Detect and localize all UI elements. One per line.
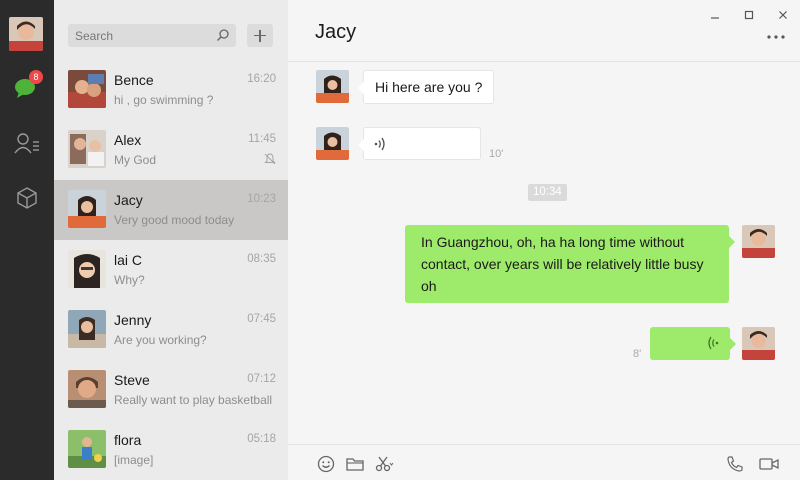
chat-title: Jacy — [315, 21, 357, 43]
mute-icon — [264, 153, 276, 165]
chats-nav[interactable]: 8 — [11, 70, 43, 104]
navigation-rail: 8 — [0, 0, 54, 480]
contact-name: lai C — [114, 252, 143, 268]
voice-wave-icon — [708, 336, 719, 350]
message-time: 08:35 — [247, 253, 276, 265]
contact-name: Steve — [114, 372, 150, 388]
contact-name: Jacy — [114, 192, 143, 208]
message-text: Hi here are you ? — [375, 79, 483, 95]
contact-avatar — [68, 430, 106, 468]
conversation-item-bence[interactable]: Bence 16:20 hi , go swimming ? — [54, 60, 288, 120]
video-icon[interactable] — [758, 454, 780, 474]
contact-name: Alex — [114, 132, 142, 148]
compose-toolbar — [288, 444, 800, 480]
favorites-nav[interactable] — [11, 182, 43, 214]
contact-avatar — [68, 310, 106, 348]
message-preview: Really want to play basketball — [114, 393, 273, 407]
close-icon — [779, 11, 787, 19]
incoming-text-message[interactable]: Hi here are you ? — [357, 70, 495, 104]
message-time: 07:45 — [247, 313, 276, 325]
contact-name: Bence — [114, 72, 154, 88]
voice-duration: 8' — [633, 348, 642, 360]
my-avatar[interactable] — [742, 225, 775, 258]
conversation-item-jenny[interactable]: Jenny 07:45 Are you working? — [54, 300, 288, 360]
voice-duration: 10' — [489, 148, 504, 160]
sender-avatar[interactable] — [316, 127, 349, 160]
contact-avatar — [68, 70, 106, 108]
contacts-icon — [14, 133, 39, 154]
conversation-item-steve[interactable]: Steve 07:12 Really want to play basketba… — [54, 360, 288, 420]
more-options-icon[interactable] — [765, 32, 787, 42]
message-preview: Are you working? — [114, 333, 207, 347]
contact-name: Jenny — [114, 312, 152, 328]
unread-badge: 8 — [29, 70, 43, 84]
contact-avatar — [68, 250, 106, 288]
message-time: 10:23 — [247, 193, 276, 205]
maximize-icon — [744, 10, 754, 20]
conversation-item-lai-c[interactable]: lai C 08:35 Why? — [54, 240, 288, 300]
scissors-icon[interactable] — [374, 454, 394, 474]
my-avatar[interactable] — [742, 327, 775, 360]
message-time: 16:20 — [247, 73, 276, 85]
voice-wave-icon — [374, 137, 385, 151]
folder-icon[interactable] — [345, 454, 365, 474]
message-preview: hi , go swimming ? — [114, 93, 214, 107]
profile-avatar[interactable] — [9, 17, 43, 51]
search-input[interactable] — [68, 24, 214, 47]
conversation-item-alex[interactable]: Alex 11:45 My God — [54, 120, 288, 180]
outgoing-text-message[interactable]: In Guangzhou, oh, ha ha long time withou… — [405, 225, 735, 303]
sender-avatar[interactable] — [316, 70, 349, 103]
avatar-photo — [9, 17, 43, 51]
search-icon[interactable] — [216, 28, 230, 42]
message-time: 11:45 — [248, 133, 276, 145]
contact-avatar — [68, 370, 106, 408]
close-button[interactable] — [776, 8, 790, 22]
message-preview: [image] — [114, 453, 154, 467]
message-preview: Very good mood today — [114, 213, 235, 227]
contacts-nav[interactable] — [11, 127, 43, 159]
message-time: 07:12 — [247, 373, 276, 385]
search-box — [68, 24, 236, 47]
emoji-icon[interactable] — [316, 454, 336, 474]
message-text: In Guangzhou, oh, ha ha long time withou… — [421, 234, 704, 294]
minimize-button[interactable] — [708, 8, 722, 22]
conversation-item-flora[interactable]: flora 05:18 [image] — [54, 420, 288, 480]
maximize-button[interactable] — [742, 8, 756, 22]
header-divider — [288, 61, 800, 62]
add-button[interactable] — [247, 24, 273, 47]
conversation-list: Bence 16:20 hi , go swimming ? Alex 11:4… — [54, 0, 288, 480]
outgoing-voice-message[interactable] — [650, 327, 736, 360]
contact-avatar — [68, 190, 106, 228]
phone-icon[interactable] — [725, 454, 745, 474]
message-preview: My God — [114, 153, 157, 167]
timestamp-divider: 10:34 — [528, 184, 567, 201]
incoming-voice-message[interactable] — [358, 127, 481, 160]
message-preview: Why? — [114, 273, 145, 287]
minimize-icon — [711, 17, 719, 19]
message-time: 05:18 — [247, 433, 276, 445]
cube-icon — [17, 187, 37, 209]
conversation-item-jacy[interactable]: Jacy 10:23 Very good mood today — [54, 180, 288, 240]
chat-panel: Jacy Hi here are you ? 10' 10:34 In Guan… — [288, 0, 800, 480]
contact-name: flora — [114, 432, 142, 448]
contact-avatar — [68, 130, 106, 168]
